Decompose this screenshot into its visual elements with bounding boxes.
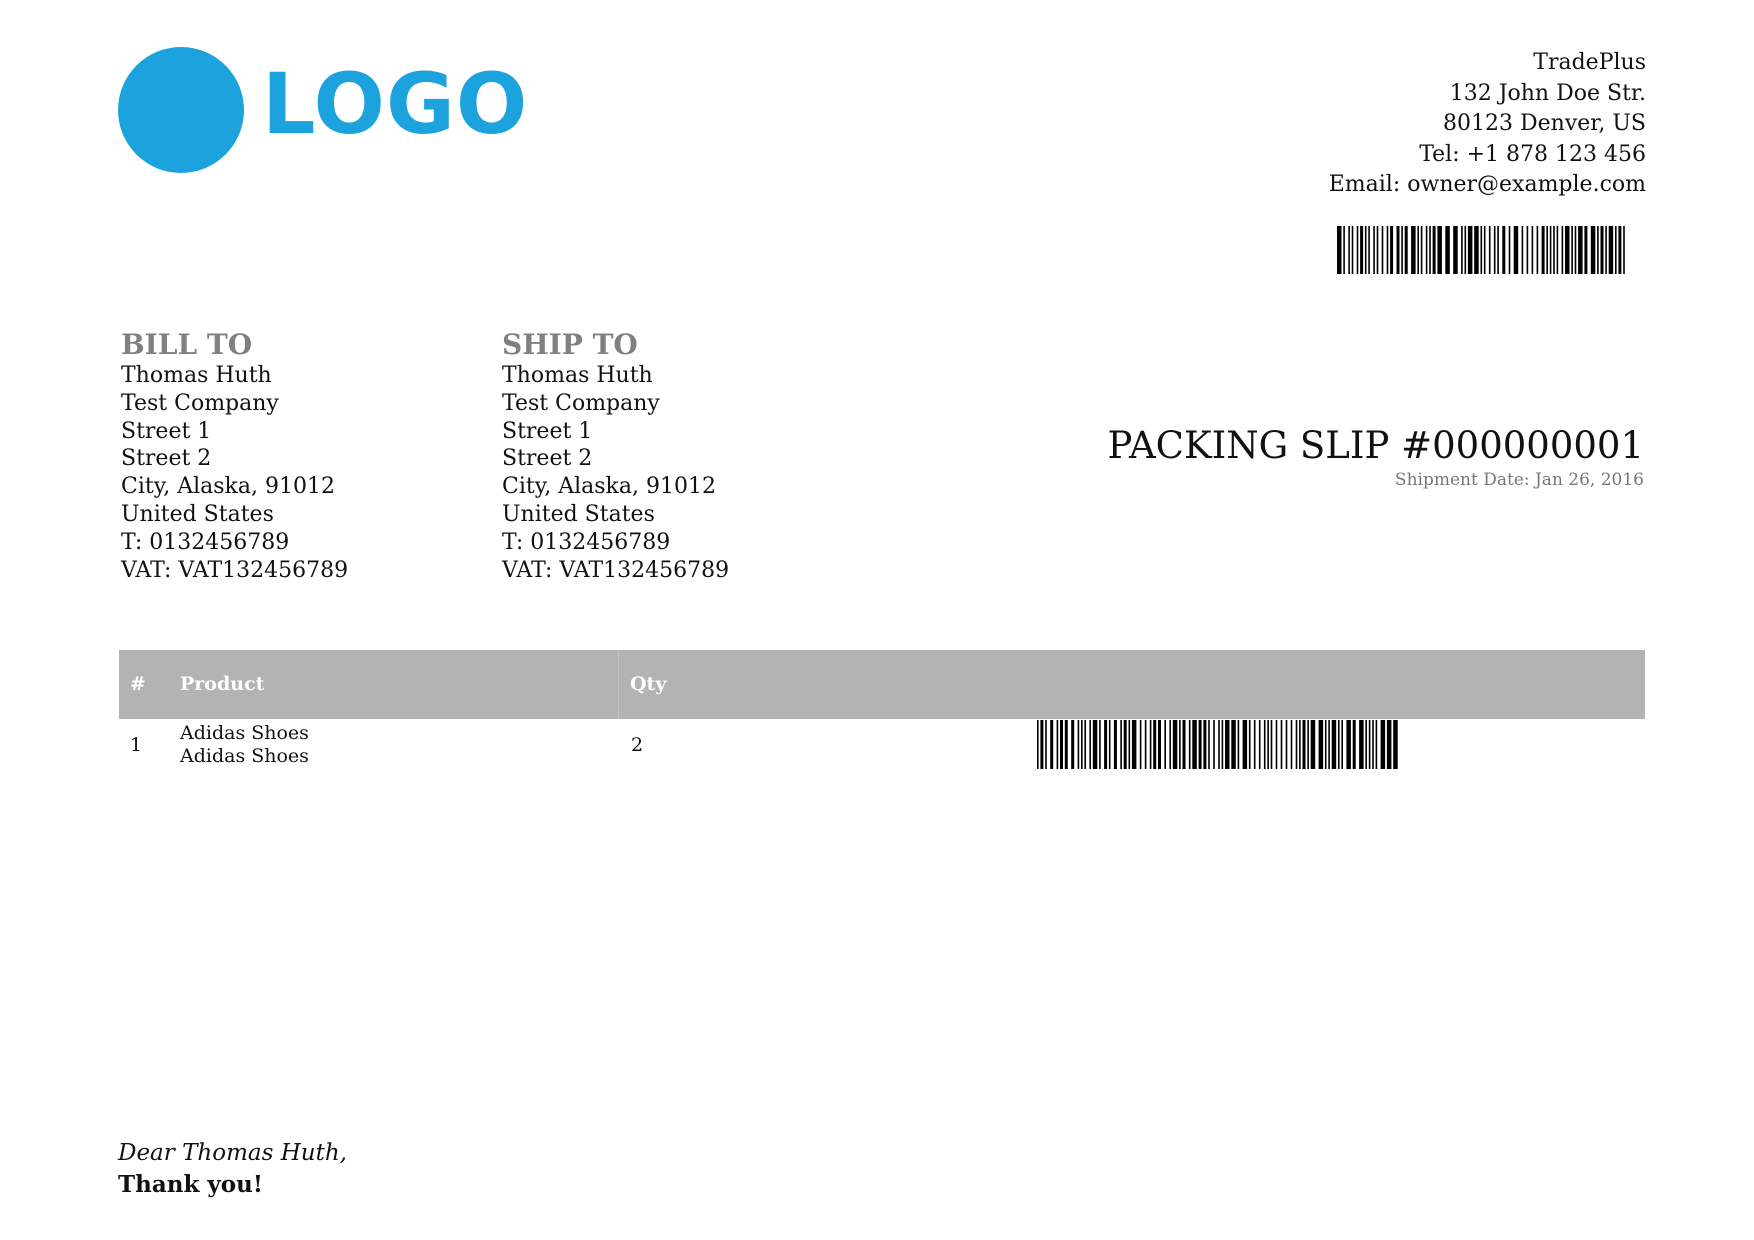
row-number: 1 <box>130 734 143 756</box>
row-product: Adidas Shoes Adidas Shoes <box>180 722 309 768</box>
bill-to-vat: VAT: VAT132456789 <box>121 557 349 583</box>
ship-to-vat: VAT: VAT132456789 <box>502 557 730 583</box>
bill-to-block: BILL TO Thomas Huth Test Company Street … <box>121 328 348 584</box>
column-header-qty: Qty <box>630 673 667 695</box>
order-barcode <box>1337 226 1625 274</box>
thanks-text: Thank you! <box>118 1171 263 1198</box>
company-name: TradePlus <box>1533 50 1646 75</box>
bill-to-company: Test Company <box>121 390 279 416</box>
product-name: Adidas Shoes <box>180 722 309 744</box>
company-tel: Tel: +1 878 123 456 <box>1419 141 1646 167</box>
ship-to-country: United States <box>502 501 655 527</box>
item-barcode <box>1037 720 1398 769</box>
ship-to-block: SHIP TO Thomas Huth Test Company Street … <box>502 328 729 584</box>
logo-text: LOGO <box>262 55 529 153</box>
product-sku: Adidas Shoes <box>180 745 309 767</box>
ship-to-street2: Street 2 <box>502 446 593 472</box>
company-city: 80123 Denver, US <box>1443 111 1646 136</box>
bill-to-city: City, Alaska, 91012 <box>121 474 335 500</box>
company-email: Email: owner@example.com <box>1328 172 1646 197</box>
bill-to-country: United States <box>121 501 274 527</box>
logo: LOGO <box>118 46 527 173</box>
row-qty: 2 <box>631 734 644 756</box>
bill-to-street1: Street 1 <box>121 418 212 444</box>
company-info: TradePlus 132 John Doe Str. 80123 Denver… <box>1329 48 1646 201</box>
greeting: Dear Thomas Huth, <box>118 1140 347 1166</box>
column-header-number: # <box>130 673 146 695</box>
ship-to-street1: Street 1 <box>502 418 593 444</box>
ship-to-name: Thomas Huth <box>502 363 653 388</box>
company-street: 132 John Doe Str. <box>1449 80 1646 106</box>
ship-to-heading: SHIP TO <box>502 328 638 361</box>
bill-to-heading: BILL TO <box>121 328 253 361</box>
ship-to-company: Test Company <box>502 390 660 416</box>
items-table-header: # Product Qty <box>119 650 1645 719</box>
logo-circle <box>118 47 244 173</box>
shipment-date: Shipment Date: Jan 26, 2016 <box>1394 470 1644 490</box>
column-header-product: Product <box>180 673 265 695</box>
ship-to-city: City, Alaska, 91012 <box>502 474 716 500</box>
bill-to-street2: Street 2 <box>121 446 212 472</box>
bill-to-name: Thomas Huth <box>121 363 272 388</box>
packing-slip-title: PACKING SLIP #000000001 <box>1107 424 1644 467</box>
column-divider <box>618 650 619 719</box>
bill-to-phone: T: 0132456789 <box>121 529 290 555</box>
ship-to-phone: T: 0132456789 <box>502 529 671 555</box>
